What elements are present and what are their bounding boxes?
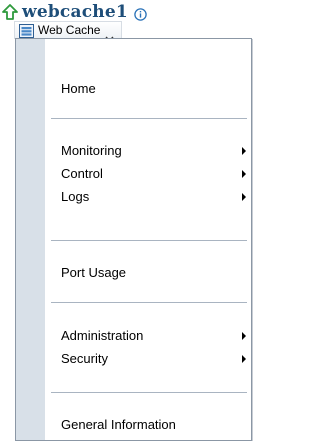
info-icon[interactable]: [134, 6, 147, 21]
menu-item-label: General Information: [61, 417, 176, 432]
menu-item-label: Monitoring: [61, 143, 122, 158]
chevron-down-icon: [105, 27, 114, 42]
menu-separator: [51, 392, 247, 393]
menu-item-monitoring[interactable]: Monitoring: [61, 141, 122, 161]
menu-item-label: Logs: [61, 189, 90, 204]
web-cache-menu-label: Web Cache: [38, 23, 101, 37]
menu-item-control[interactable]: Control: [61, 164, 103, 184]
menu-item-security[interactable]: Security: [61, 349, 108, 369]
menu-item-label: Home: [61, 81, 96, 96]
web-cache-dropdown-menu: Home Monitoring Control Logs Port Usage …: [15, 38, 252, 441]
menu-item-logs[interactable]: Logs: [61, 187, 89, 207]
menu-separator: [51, 302, 247, 303]
submenu-arrow-icon: [242, 193, 246, 201]
menu-separator: [51, 240, 247, 241]
submenu-arrow-icon: [242, 170, 246, 178]
menu-item-label: Administration: [61, 328, 144, 343]
menu-item-home[interactable]: Home: [61, 79, 96, 99]
target-title: webcache1: [22, 2, 128, 22]
menu-item-administration[interactable]: Administration: [61, 326, 143, 346]
menu-item-port-usage[interactable]: Port Usage: [61, 263, 126, 283]
up-arrow-icon[interactable]: [2, 4, 18, 20]
web-cache-menu-button[interactable]: Web Cache: [14, 21, 122, 42]
submenu-arrow-icon: [242, 332, 246, 340]
submenu-arrow-icon: [242, 147, 246, 155]
menu-item-label: Security: [61, 351, 108, 366]
submenu-arrow-icon: [242, 355, 246, 363]
menu-item-label: Port Usage: [61, 265, 127, 280]
menu-separator: [51, 118, 247, 119]
menu-item-label: Control: [61, 166, 103, 181]
web-cache-icon: [19, 23, 34, 38]
header: webcache1 Web Cache: [0, 0, 253, 42]
menu-item-general-information[interactable]: General Information: [61, 415, 176, 435]
menu-icon-gutter: [16, 39, 45, 440]
target-title-row: webcache1: [2, 2, 147, 22]
